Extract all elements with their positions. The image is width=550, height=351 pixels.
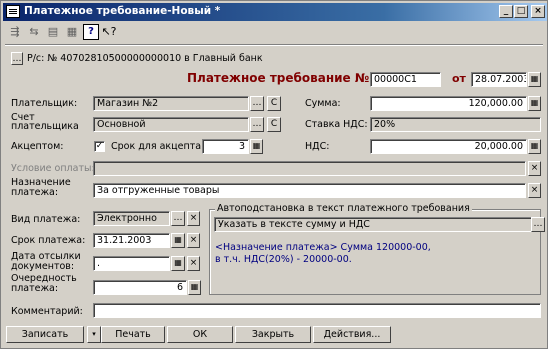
purpose-label-line2: платежа: xyxy=(11,187,59,198)
docs-date-clear-button[interactable]: × xyxy=(187,256,200,271)
pay-due-label: Срок платежа: xyxy=(11,235,86,246)
priority-field[interactable]: 6 xyxy=(93,280,187,295)
acceptance-checkbox[interactable]: ✓ xyxy=(94,141,105,152)
payer-account-field[interactable]: Основной xyxy=(93,117,249,132)
document-window: Платежное требование-Новый * _ □ × ⇶ ⇆ ▤… xyxy=(0,0,548,349)
date-calendar-button[interactable]: ▦ xyxy=(528,72,541,87)
close-form-button[interactable]: Закрыть xyxy=(235,326,311,343)
autofill-preview-line1: <Назначение платежа> Сумма 120000-00, xyxy=(215,242,431,253)
document-number-field[interactable]: 00000С1 xyxy=(370,72,441,87)
autofill-group-title: Автоподстановка в текст платежного требо… xyxy=(215,203,472,214)
table-icon[interactable]: ▤ xyxy=(45,24,61,40)
close-button[interactable]: × xyxy=(531,5,545,18)
maximize-button[interactable]: □ xyxy=(514,5,528,18)
purpose-clear-button[interactable]: × xyxy=(528,183,541,198)
date-label: от xyxy=(452,72,466,85)
vat-rate-field[interactable]: 20% xyxy=(370,117,541,132)
minimize-button[interactable]: _ xyxy=(499,5,513,18)
document-date-field[interactable]: 28.07.2003 xyxy=(471,72,527,87)
priority-calculator-button[interactable]: ▦ xyxy=(188,280,201,295)
pay-type-label: Вид платежа: xyxy=(11,214,81,225)
acceptance-term-label: Срок для акцепта: xyxy=(111,141,205,152)
payer-label: Плательщик: xyxy=(11,98,78,109)
vat-field[interactable]: 20,000.00 xyxy=(370,139,527,154)
autofill-select-button[interactable]: … xyxy=(531,217,545,232)
docs-date-field[interactable]: . xyxy=(93,256,170,271)
pay-type-field[interactable]: Электронно xyxy=(93,211,170,226)
payer-clear-button[interactable]: С xyxy=(267,96,281,111)
account-select-button[interactable]: … xyxy=(11,52,23,65)
print-button[interactable]: Печать xyxy=(101,326,165,343)
toolbar: ⇶ ⇆ ▤ ▦ ? ↖? xyxy=(5,23,545,41)
payment-terms-field[interactable] xyxy=(93,161,526,176)
payer-field[interactable]: Магазин №2 xyxy=(93,96,249,111)
account-label-line2: плательщика xyxy=(11,121,79,132)
acceptance-label: Акцептом: xyxy=(11,141,64,152)
record-dropdown-button[interactable]: ▾ xyxy=(87,326,101,343)
vat-calculator-button[interactable]: ▦ xyxy=(528,139,541,154)
comment-field[interactable] xyxy=(93,303,541,318)
toolbar-separator xyxy=(5,44,543,46)
actions-button[interactable]: Действия... xyxy=(313,326,391,343)
account-select-button-2[interactable]: … xyxy=(250,117,264,132)
acceptance-term-calculator-button[interactable]: ▦ xyxy=(250,139,263,154)
title-bar[interactable]: Платежное требование-Новый * _ □ × xyxy=(3,3,547,21)
ok-button[interactable]: ОК xyxy=(167,326,233,343)
payment-terms-label: Условие оплаты: xyxy=(11,163,95,174)
sum-calculator-button[interactable]: ▦ xyxy=(528,96,541,111)
account-clear-button[interactable]: С xyxy=(267,117,281,132)
pay-type-clear-button[interactable]: × xyxy=(187,211,200,226)
pay-due-field[interactable]: 31.21.2003 xyxy=(93,233,170,248)
docs-date-calendar-button[interactable]: ▦ xyxy=(171,256,185,271)
payer-select-button[interactable]: … xyxy=(250,96,264,111)
acceptance-term-field[interactable]: 3 xyxy=(202,139,249,154)
help-icon[interactable]: ? xyxy=(83,24,99,40)
pay-due-clear-button[interactable]: × xyxy=(187,233,200,248)
pay-type-select-button[interactable]: … xyxy=(171,211,185,226)
pay-due-calendar-button[interactable]: ▦ xyxy=(171,233,185,248)
movements-icon[interactable]: ⇶ xyxy=(7,24,23,40)
record-button[interactable]: Записать xyxy=(6,326,84,343)
records-icon[interactable]: ▦ xyxy=(64,24,80,40)
sum-field[interactable]: 120,000.00 xyxy=(370,96,527,111)
sum-label: Сумма: xyxy=(305,98,341,109)
context-help-icon[interactable]: ↖? xyxy=(101,24,117,40)
comment-label: Комментарий: xyxy=(11,306,83,317)
document-icon xyxy=(6,5,20,18)
priority-label-line2: платежа: xyxy=(11,283,59,294)
window-title: Платежное требование-Новый * xyxy=(24,5,221,17)
autofill-preview-line2: в т.ч. НДС(20%) - 20000-00. xyxy=(215,254,352,265)
autofill-select-field[interactable]: Указать в тексте сумму и НДС xyxy=(214,217,545,232)
payment-terms-clear-button[interactable]: × xyxy=(528,161,541,176)
docs-date-label-line2: документов: xyxy=(11,261,75,272)
purpose-field[interactable]: За отгруженные товары xyxy=(93,183,526,198)
document-title: Платежное требование № xyxy=(187,71,370,85)
account-line: Р/с: № 40702810500000000010 в Главный ба… xyxy=(27,53,263,64)
vat-rate-label: Ставка НДС: xyxy=(305,119,368,130)
structure-icon[interactable]: ⇆ xyxy=(26,24,42,40)
vat-label: НДС: xyxy=(305,141,330,152)
